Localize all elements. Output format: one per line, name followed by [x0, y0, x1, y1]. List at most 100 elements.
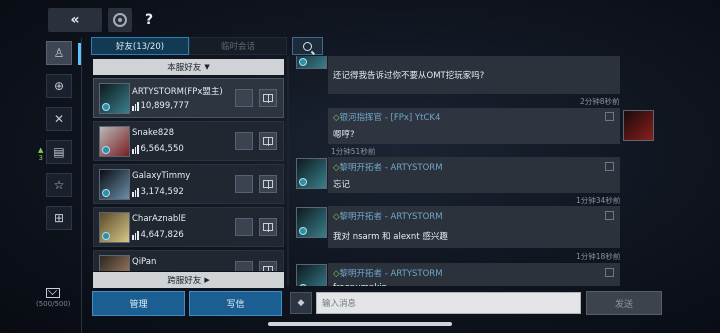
- message-bubble: 还记得我告诉过你不要从OMT挖玩家吗?: [328, 56, 620, 94]
- message-time: 1分钟51秒前: [331, 147, 376, 156]
- message-friend-button[interactable]: [235, 89, 253, 107]
- avatar[interactable]: [296, 158, 327, 189]
- tab-friends[interactable]: 好友(13/20): [91, 37, 189, 55]
- message-text: 嗯哼?: [333, 130, 355, 140]
- rail-battle-button[interactable]: ✕: [46, 107, 72, 131]
- send-gift-button[interactable]: [259, 261, 277, 271]
- rank-icon: [102, 146, 110, 154]
- avatar[interactable]: [296, 56, 327, 69]
- caret-down-icon: ▼: [204, 63, 210, 71]
- help-button[interactable]: ?: [138, 8, 160, 32]
- message-sender: ◇黎明开拓者 - ARTYSTORM: [333, 163, 443, 173]
- avatar[interactable]: [99, 255, 130, 271]
- rail-notes-button[interactable]: ▤: [46, 140, 72, 164]
- rank-icon: [299, 227, 307, 235]
- friend-row[interactable]: ARTYSTORM(FPx盟主) 10,899,777: [93, 78, 284, 118]
- person-icon: ♙: [53, 46, 65, 60]
- friend-row[interactable]: QiPan: [93, 250, 284, 271]
- message-friend-button[interactable]: [235, 261, 253, 271]
- refresh-button[interactable]: [108, 8, 132, 32]
- message-input[interactable]: 输入消息: [316, 292, 581, 314]
- message-text: 还记得我告诉过你不要从OMT挖玩家吗?: [333, 71, 485, 81]
- avatar[interactable]: [296, 207, 327, 238]
- copy-icon[interactable]: [605, 268, 614, 277]
- message-sender: ◇银河指挥官 - [FPx] YtCK4: [333, 113, 441, 123]
- cross-server-friends-header[interactable]: 跨服好友 ▶: [93, 272, 284, 288]
- chat-panel: 还记得我告诉过你不要从OMT挖玩家吗? 2分钟8秒前 ◇银河指挥官 - [FPx…: [290, 56, 670, 286]
- friend-row[interactable]: Snake828 6,564,550: [93, 121, 284, 161]
- search-button[interactable]: [292, 37, 323, 55]
- avatar[interactable]: [99, 212, 130, 243]
- notification-badge: ▲ 3: [38, 146, 44, 162]
- rail-world-button[interactable]: ⊕: [46, 74, 72, 98]
- friend-scrollbar[interactable]: [287, 56, 289, 286]
- friend-power: 6,564,550: [132, 144, 184, 154]
- rail-friends-button[interactable]: ♙: [46, 41, 72, 65]
- mail-button[interactable]: (500/500): [36, 288, 71, 308]
- rail-divider: [81, 38, 82, 333]
- avatar[interactable]: [296, 264, 327, 286]
- message-bubble: ◇黎明开拓者 - ARTYSTORM 忘记: [328, 157, 620, 193]
- manage-button[interactable]: 管理: [92, 291, 185, 316]
- rank-icon: [299, 178, 307, 186]
- rail-gift-button[interactable]: ⊞: [46, 206, 72, 230]
- top-toolbar: « ?: [48, 8, 160, 32]
- send-gift-button[interactable]: [259, 218, 277, 236]
- message-sender: ◇黎明开拓者 - ARTYSTORM: [333, 212, 443, 222]
- message-bubble: ◇银河指挥官 - [FPx] YtCK4 嗯哼?: [328, 108, 620, 144]
- message-friend-button[interactable]: [235, 132, 253, 150]
- send-button[interactable]: 发送: [586, 291, 662, 315]
- send-gift-button[interactable]: [259, 89, 277, 107]
- section-label: 本服好友: [167, 63, 202, 73]
- copy-icon[interactable]: [605, 112, 614, 121]
- power-value: 6,564,550: [140, 144, 184, 154]
- gift-icon: [263, 266, 273, 271]
- section-label: 跨服好友: [167, 276, 202, 286]
- rank-icon: [102, 232, 110, 240]
- avatar[interactable]: [99, 169, 130, 200]
- gift-icon: ⊞: [53, 211, 65, 225]
- avatar[interactable]: [99, 83, 130, 114]
- left-rail: ♙ ⊕ ✕ ▲ 3 ▤ ☆ ⊞ (500/500): [0, 38, 82, 333]
- message-time: 1分钟34秒前: [576, 196, 621, 205]
- message-friend-button[interactable]: [235, 175, 253, 193]
- send-gift-button[interactable]: [259, 175, 277, 193]
- friend-power: 10,899,777: [132, 101, 189, 111]
- friend-power: 3,174,592: [132, 187, 184, 197]
- emoji-button[interactable]: ◆: [290, 292, 312, 314]
- friend-name: GalaxyTimmy: [132, 171, 191, 181]
- envelope-icon: [46, 288, 61, 298]
- message-text: 我对 nsarm 和 alexnt 感兴趣: [333, 232, 448, 242]
- gift-icon: [263, 137, 273, 146]
- rank-icon: [102, 103, 110, 111]
- friend-name: QiPan: [132, 257, 157, 267]
- write-letter-button[interactable]: 写信: [189, 291, 282, 316]
- friend-name: ARTYSTORM(FPx盟主): [132, 87, 223, 97]
- tab-temp-chat[interactable]: 临时会话: [189, 37, 287, 55]
- back-button[interactable]: «: [48, 8, 102, 32]
- message-text: 忘记: [333, 180, 351, 190]
- avatar[interactable]: [623, 110, 654, 141]
- friend-power: 4,647,826: [132, 230, 184, 240]
- send-gift-button[interactable]: [259, 132, 277, 150]
- gift-icon: [263, 94, 273, 103]
- friend-name: CharAznablE: [132, 214, 187, 224]
- gift-icon: [263, 223, 273, 232]
- avatar[interactable]: [99, 126, 130, 157]
- friend-row[interactable]: GalaxyTimmy 3,174,592: [93, 164, 284, 204]
- home-indicator: [268, 322, 452, 326]
- friend-row[interactable]: CharAznablE 4,647,826: [93, 207, 284, 247]
- rank-icon: [299, 58, 307, 66]
- globe-icon: ⊕: [53, 79, 65, 93]
- copy-icon[interactable]: [605, 162, 614, 171]
- rail-favorites-button[interactable]: ☆: [46, 173, 72, 197]
- caret-right-icon: ▶: [204, 276, 210, 284]
- local-friends-header[interactable]: 本服好友 ▼: [93, 59, 284, 75]
- message-time: 2分钟8秒前: [580, 97, 620, 106]
- message-friend-button[interactable]: [235, 218, 253, 236]
- copy-icon[interactable]: [605, 211, 614, 220]
- friend-name: Snake828: [132, 128, 175, 138]
- message-bubble: ◇黎明开拓者 - ARTYSTORM frogpumpkin: [328, 263, 620, 286]
- message-time: 1分钟18秒前: [576, 252, 621, 261]
- power-value: 4,647,826: [140, 230, 184, 240]
